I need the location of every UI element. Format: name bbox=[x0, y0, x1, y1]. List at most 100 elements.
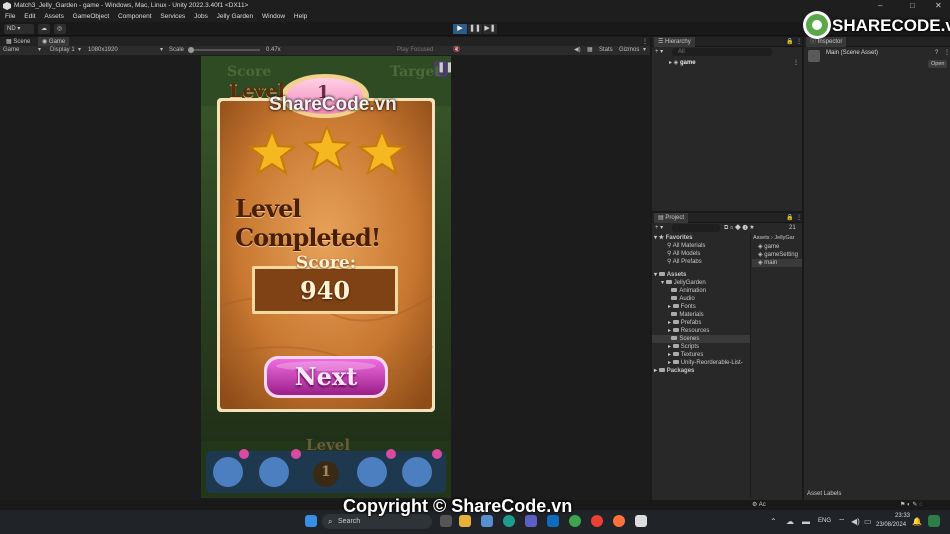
game-canvas[interactable]: Score Target ❚❚ Level 1 Level Completed!… bbox=[201, 56, 451, 498]
search-icon: ⌕ bbox=[328, 517, 333, 526]
tray-icon[interactable]: ▬ bbox=[802, 517, 810, 526]
scene-asset-icon bbox=[808, 50, 820, 62]
favorite-item[interactable]: ⚲ All Prefabs bbox=[667, 258, 702, 266]
folder-prefabs[interactable]: ▸ Prefabs bbox=[668, 319, 701, 327]
step-button[interactable]: ▶❚ bbox=[483, 24, 497, 34]
unity-taskbar-icon[interactable] bbox=[635, 515, 647, 527]
packages-header[interactable]: ▸ Packages bbox=[654, 367, 694, 375]
language-indicator[interactable]: ENG bbox=[818, 518, 831, 524]
audio-icon[interactable]: 🔇 bbox=[453, 46, 460, 55]
clock-date[interactable]: 23/08/2024 bbox=[876, 522, 906, 528]
menu-component[interactable]: Component bbox=[118, 12, 152, 22]
pause-button[interactable]: ❚❚ bbox=[468, 24, 482, 34]
menu-assets[interactable]: Assets bbox=[44, 12, 64, 22]
display-select[interactable]: Display 1 bbox=[50, 46, 75, 55]
pause-icon[interactable]: ❚❚ bbox=[437, 62, 451, 73]
project-search-input[interactable] bbox=[672, 224, 720, 232]
folder-scripts[interactable]: ▸ Scripts bbox=[668, 343, 699, 351]
folder-textures[interactable]: ▸ Textures bbox=[668, 351, 703, 359]
wifi-icon[interactable]: ⌔ bbox=[838, 517, 846, 527]
assets-header[interactable]: ▾ Assets bbox=[654, 271, 686, 279]
widget-icon[interactable] bbox=[928, 515, 940, 527]
splitter[interactable] bbox=[750, 233, 751, 498]
firefox-icon[interactable] bbox=[613, 515, 625, 527]
more-options-icon[interactable]: ⋮ bbox=[944, 49, 950, 57]
cloud-icon[interactable]: ☁ bbox=[38, 24, 50, 34]
more-options-icon[interactable]: ⋮ bbox=[793, 59, 799, 67]
gizmos-button[interactable]: Gizmos bbox=[619, 46, 639, 55]
folder-audio[interactable]: Audio bbox=[668, 295, 695, 303]
game-view-select[interactable]: Game bbox=[3, 46, 19, 55]
hierarchy-panel: ☰ Hierarchy 🔒 ⋮ + ▾ All ▸ ◈ game ⋮ bbox=[652, 37, 802, 211]
scale-slider[interactable] bbox=[190, 49, 260, 51]
folder-resources[interactable]: ▸ Resources bbox=[668, 327, 709, 335]
hud-target-label: Target bbox=[390, 64, 441, 80]
file-item[interactable]: ◈ game bbox=[758, 243, 779, 251]
menu-services[interactable]: Services bbox=[160, 12, 185, 22]
volume-icon[interactable]: ◀) bbox=[851, 517, 860, 526]
resolution-select[interactable]: 1080x1920 bbox=[88, 46, 118, 55]
file-item-selected[interactable]: ◈ main bbox=[752, 259, 802, 267]
asset-labels-header: Asset Labels bbox=[807, 491, 842, 497]
menu-window[interactable]: Window bbox=[262, 12, 285, 22]
windows-start-icon[interactable] bbox=[305, 515, 317, 527]
add-icon[interactable]: + ▾ bbox=[655, 48, 663, 56]
notification-bell-icon[interactable]: 🔔 bbox=[912, 517, 922, 526]
menu-gameobject[interactable]: GameObject bbox=[73, 12, 110, 22]
tab-hierarchy[interactable]: ☰ Hierarchy bbox=[654, 37, 695, 47]
game-view-toolbar: Game ▾ Display 1 ▾ 1080x1920 ▾ Scale 0.4… bbox=[0, 46, 650, 55]
file-item[interactable]: ◈ gameSetting bbox=[758, 251, 798, 259]
tab-project[interactable]: ▤ Project bbox=[654, 213, 689, 223]
menu-file[interactable]: File bbox=[5, 12, 15, 22]
open-button[interactable]: Open bbox=[928, 60, 948, 68]
scale-label: Scale bbox=[169, 47, 185, 53]
add-icon[interactable]: + ▾ bbox=[655, 224, 663, 232]
chevron-up-icon[interactable]: ⌃ bbox=[770, 517, 777, 526]
menu-jelly-garden[interactable]: Jelly Garden bbox=[217, 12, 254, 22]
collab-icon[interactable]: ◎ bbox=[54, 24, 66, 34]
window-title: Match3_Jelly_Garden - game - Windows, Ma… bbox=[14, 2, 249, 9]
favorites-header[interactable]: ▾ ★ Favorites bbox=[654, 234, 692, 242]
tree-item-game[interactable]: ▸ ◈ game bbox=[669, 59, 696, 67]
scale-slider-handle[interactable] bbox=[188, 47, 194, 53]
folder-jellygarden[interactable]: ▾ JellyGarden bbox=[661, 279, 706, 287]
folder-fonts[interactable]: ▸ Fonts bbox=[668, 303, 696, 311]
asset-count: 21 bbox=[789, 225, 796, 231]
folder-animation[interactable]: Animation bbox=[668, 287, 706, 295]
stars-rating bbox=[247, 126, 407, 176]
notification-icons[interactable]: ⚑ ◐ ✎ ◌ bbox=[900, 501, 923, 508]
chevron-down-icon: ▾ bbox=[643, 47, 647, 53]
project-panel: ▤ Project 🔒 ⋮ + ▾ ⧉ ⚬ ◆ ❶ ★ 21 ▾ ★ Favor… bbox=[652, 213, 802, 500]
chevron-down-icon: ▾ bbox=[160, 47, 164, 53]
menu-edit[interactable]: Edit bbox=[24, 12, 35, 22]
folder-materials[interactable]: Materials bbox=[668, 311, 704, 319]
hierarchy-search-input[interactable]: All bbox=[672, 48, 772, 56]
next-button[interactable]: Next bbox=[267, 359, 385, 395]
toolbar-icons[interactable]: ⧉ ⚬ ◆ ❶ ★ bbox=[724, 224, 754, 232]
score-label: Score: bbox=[296, 253, 357, 273]
more-options-icon[interactable]: ⋮ bbox=[792, 213, 806, 223]
favorite-item[interactable]: ⚲ All Materials bbox=[667, 242, 705, 250]
stats-icon: ▦ bbox=[587, 47, 593, 53]
battery-icon[interactable]: ▭ bbox=[864, 517, 872, 526]
sharecode-logo: SHARECODE.vn bbox=[802, 8, 950, 48]
mute-audio-icon[interactable]: ◀) bbox=[574, 46, 581, 55]
clock-time[interactable]: 23:33 bbox=[880, 513, 910, 519]
folder-reorderable-list[interactable]: ▸ Unity-Reorderable-List- bbox=[668, 359, 743, 367]
play-button[interactable]: ▶ bbox=[453, 24, 467, 34]
folder-scenes[interactable]: Scenes bbox=[652, 335, 750, 343]
sharecode-logo-text: SHARECODE.vn bbox=[832, 16, 950, 35]
inspector-panel: ⓘ Inspector Main (Scene Asset) ? ⋮ Open … bbox=[804, 37, 950, 500]
stats-button[interactable]: Stats bbox=[599, 46, 613, 55]
play-focused-select[interactable]: Play Focused bbox=[397, 46, 433, 55]
cloud-icon[interactable]: ☁ bbox=[786, 517, 794, 526]
help-icon[interactable]: ? bbox=[935, 49, 938, 57]
menu-help[interactable]: Help bbox=[294, 12, 307, 22]
scale-value: 0.47x bbox=[266, 47, 281, 53]
status-icons[interactable]: ⚙ Ac bbox=[752, 501, 766, 508]
favorite-item[interactable]: ⚲ All Models bbox=[667, 250, 700, 258]
breadcrumb[interactable]: Assets › JellyGar bbox=[753, 234, 795, 242]
chrome-icon[interactable] bbox=[591, 515, 603, 527]
account-dropdown[interactable]: ND ▾ bbox=[4, 24, 34, 34]
menu-jobs[interactable]: Jobs bbox=[194, 12, 208, 22]
